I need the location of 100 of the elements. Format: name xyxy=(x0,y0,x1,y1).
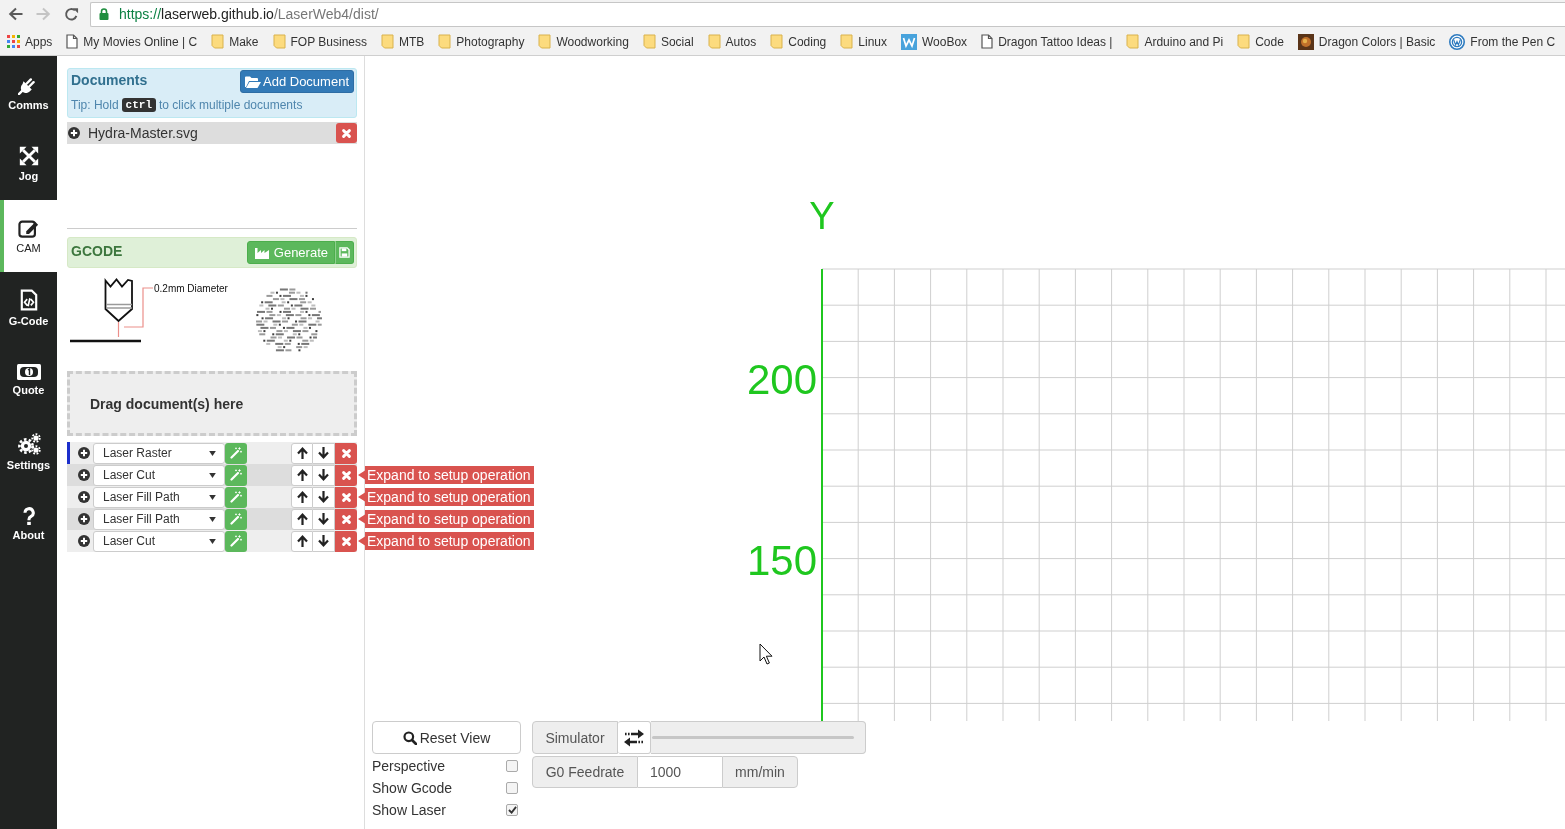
checkbox[interactable] xyxy=(506,760,518,772)
halftone-image-drawing xyxy=(255,287,323,353)
bookmark[interactable]: FOP Business xyxy=(272,34,367,49)
bookmark[interactable]: Arduino and Pi xyxy=(1126,34,1224,49)
delete-button[interactable] xyxy=(335,464,357,486)
nav-tab[interactable]: CAM xyxy=(0,200,57,272)
drop-zone[interactable]: Drag document(s) here xyxy=(67,371,357,436)
nav-tab[interactable]: About xyxy=(0,488,57,560)
move-down-button[interactable] xyxy=(313,508,335,530)
bookmark[interactable]: My Movies Online | C xyxy=(66,34,198,49)
bookmark[interactable]: Code xyxy=(1237,34,1284,49)
four-arrows-icon xyxy=(18,146,39,166)
folder-icon xyxy=(1237,34,1251,49)
bookmark[interactable]: WooBox xyxy=(901,33,968,50)
move-down-button[interactable] xyxy=(313,486,335,508)
operation-type-select[interactable]: Laser Fill Path xyxy=(93,486,225,508)
nav-tab[interactable]: Comms xyxy=(0,56,57,128)
bookmark[interactable]: From the Pen C xyxy=(1449,33,1556,50)
checkbox[interactable] xyxy=(506,804,518,816)
x-icon xyxy=(341,514,351,524)
bookmark[interactable]: Apps xyxy=(7,34,53,49)
delete-button[interactable] xyxy=(336,123,357,143)
bookmark[interactable]: Woodworking xyxy=(538,34,629,49)
delete-button[interactable] xyxy=(335,442,357,464)
simulator-slider[interactable] xyxy=(651,721,866,754)
folder-icon xyxy=(538,34,552,49)
tooltip: Expand to setup operation xyxy=(358,510,535,528)
move-up-button[interactable] xyxy=(291,442,313,464)
tooltip: Expand to setup operation xyxy=(358,466,535,484)
tick-label: 200 xyxy=(746,355,817,403)
bookmark[interactable]: MTB xyxy=(381,34,425,49)
delete-button[interactable] xyxy=(335,508,357,530)
move-down-button[interactable] xyxy=(313,530,335,552)
plus-circle-icon[interactable] xyxy=(68,127,80,139)
operation-row[interactable]: Laser Raster xyxy=(67,442,357,464)
circle-logo-icon xyxy=(1449,33,1466,50)
plus-circle-icon[interactable] xyxy=(78,535,90,547)
bookmark[interactable]: Make xyxy=(211,34,259,49)
bookmark[interactable]: Dragon Tattoo Ideas | xyxy=(981,34,1113,49)
page-icon xyxy=(981,34,994,49)
bookmark[interactable]: Linux xyxy=(840,34,887,49)
x-icon xyxy=(341,470,351,480)
bookmark[interactable]: Social xyxy=(642,34,694,49)
caret-icon xyxy=(209,472,216,478)
reload-icon xyxy=(63,6,79,22)
operation-type-select[interactable]: Laser Raster xyxy=(93,442,225,464)
option-label: Perspective xyxy=(372,758,446,774)
pencil-square-icon xyxy=(17,218,40,238)
caret-icon xyxy=(209,538,216,544)
bookmark[interactable]: Photography xyxy=(438,34,525,49)
move-up-button[interactable] xyxy=(291,508,313,530)
operation-type-select[interactable]: Laser Cut xyxy=(93,464,225,486)
simulator-toggle-button[interactable] xyxy=(618,721,651,754)
address-bar[interactable]: https://laserweb.github.io/LaserWeb4/dist/ xyxy=(90,1,1565,27)
wand-icon xyxy=(230,513,242,525)
delete-button[interactable] xyxy=(335,486,357,508)
feedrate-input[interactable]: 1000 xyxy=(638,756,722,788)
bookmark[interactable]: Coding xyxy=(770,34,827,49)
plus-circle-icon[interactable] xyxy=(78,469,90,481)
keyboard-key: ctrl xyxy=(121,98,156,112)
folder-icon xyxy=(272,34,286,49)
reset-view-button[interactable]: Reset View xyxy=(372,721,521,754)
operation-type-select[interactable]: Laser Fill Path xyxy=(93,508,225,530)
nav-tab[interactable]: Settings xyxy=(0,416,57,488)
document-row[interactable]: Hydra-Master.svg xyxy=(67,122,357,144)
plus-circle-icon[interactable] xyxy=(78,513,90,525)
nav-tab[interactable]: Jog xyxy=(0,128,57,200)
tooltip: Expand to setup operation xyxy=(358,488,535,506)
nav-tab[interactable]: Quote xyxy=(0,344,57,416)
arrow-down-icon xyxy=(318,469,329,481)
checkbox[interactable] xyxy=(506,782,518,794)
bookmark[interactable]: Dragon Colors | Basic xyxy=(1297,33,1436,50)
folder-icon xyxy=(211,34,225,49)
move-up-button[interactable] xyxy=(291,530,313,552)
panel-title: Documents xyxy=(71,72,148,88)
arrow-up-icon xyxy=(296,535,308,547)
arrow-up-icon xyxy=(296,491,308,503)
mouse-pointer-icon xyxy=(759,643,773,665)
move-up-button[interactable] xyxy=(291,486,313,508)
arrow-down-icon xyxy=(318,491,329,503)
laser-head-drawing xyxy=(104,278,133,323)
page-icon xyxy=(66,34,79,49)
photo-thumbnail-icon xyxy=(1297,33,1314,50)
save-button[interactable] xyxy=(335,241,354,264)
plus-circle-icon[interactable] xyxy=(78,447,90,459)
folder-icon xyxy=(770,34,784,49)
move-down-button[interactable] xyxy=(313,464,335,486)
tip-text: Tip: Hold xyxy=(71,98,119,112)
arrow-left-icon xyxy=(7,7,23,21)
tip-text: to click multiple documents xyxy=(159,98,303,112)
move-up-button[interactable] xyxy=(291,464,313,486)
folder-icon xyxy=(438,34,452,49)
plus-circle-icon[interactable] xyxy=(78,491,90,503)
add-document-button[interactable]: Add Document xyxy=(240,70,354,93)
operation-type-select[interactable]: Laser Cut xyxy=(93,530,225,552)
wand-icon xyxy=(230,491,242,503)
delete-button[interactable] xyxy=(335,530,357,552)
bookmark[interactable]: Autos xyxy=(707,34,757,49)
nav-tab[interactable]: G-Code xyxy=(0,272,57,344)
move-down-button[interactable] xyxy=(313,442,335,464)
